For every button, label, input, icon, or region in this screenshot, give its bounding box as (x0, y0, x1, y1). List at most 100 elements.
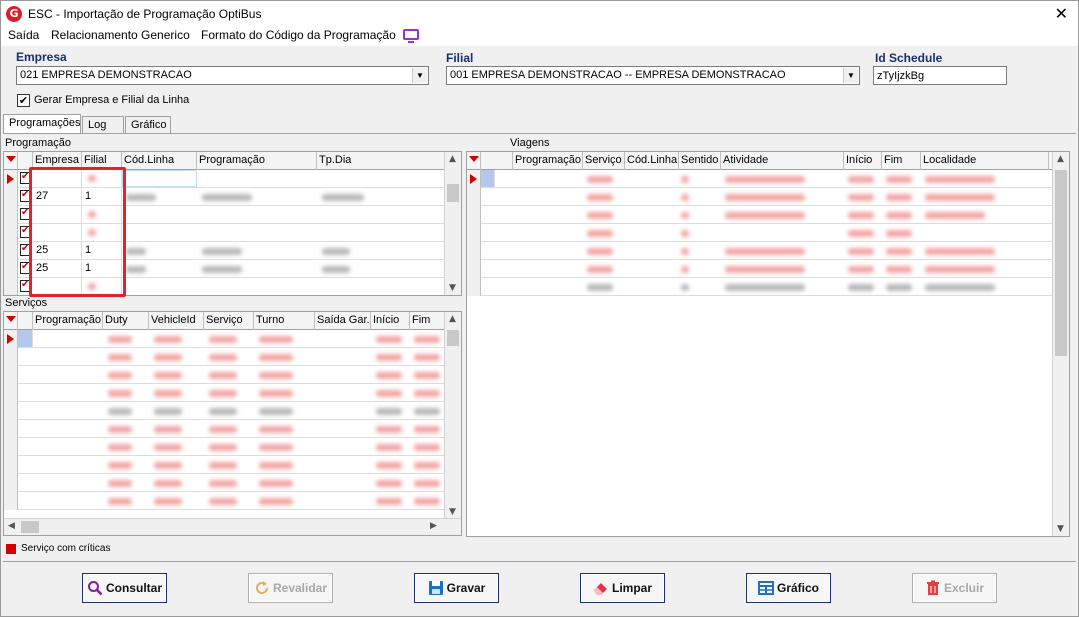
id-schedule-field[interactable] (873, 66, 1007, 85)
app-logo-icon: G (6, 6, 22, 22)
table-row[interactable] (4, 420, 461, 438)
current-row-indicator (467, 170, 481, 188)
refresh-icon (256, 581, 268, 594)
scroll-thumb[interactable] (21, 521, 39, 533)
chart-icon (757, 581, 774, 595)
servicos-grid[interactable]: Programação Duty VehicleId Serviço Turno… (3, 311, 462, 536)
limpar-button[interactable]: Limpar (580, 573, 665, 603)
scroll-down-icon[interactable]: ▼ (449, 283, 456, 293)
menu-bar: Saída Relacionamento Generico Formato do… (0, 26, 1079, 46)
table-row[interactable] (4, 402, 461, 420)
consultar-label: Consultar (105, 581, 162, 595)
table-row[interactable] (467, 278, 1053, 296)
column-fim[interactable]: Fim (410, 312, 445, 330)
table-row[interactable] (4, 438, 461, 456)
viagens-vscroll[interactable]: ▲ ▼ (1052, 152, 1069, 536)
scroll-thumb[interactable] (447, 184, 459, 202)
chevron-down-icon[interactable]: ▼ (412, 68, 427, 83)
column-inicio[interactable]: Início (844, 152, 882, 170)
scroll-thumb[interactable] (447, 330, 459, 346)
table-row[interactable] (467, 206, 1053, 224)
monitor-icon[interactable] (403, 29, 419, 43)
table-row[interactable] (467, 260, 1053, 278)
tab-grafico[interactable]: Gráfico (125, 116, 171, 134)
current-row-indicator (4, 330, 18, 348)
servicos-vscroll[interactable]: ▲ ▼ (444, 312, 461, 519)
column-programacao[interactable]: Programação (513, 152, 583, 170)
column-cod-linha[interactable]: Cód.Linha (625, 152, 679, 170)
column-saida-gar[interactable]: Saída Gar. (315, 312, 371, 330)
column-sentido[interactable]: Sentido (679, 152, 721, 170)
title-bar: G ESC - Importação de Programação OptiBu… (0, 0, 1079, 26)
column-fim[interactable]: Fim (882, 152, 921, 170)
servicos-header: Programação Duty VehicleId Serviço Turno… (4, 312, 461, 330)
excluir-label: Excluir (943, 581, 985, 595)
revalidar-button[interactable]: Revalidar (248, 573, 333, 603)
table-row[interactable] (467, 170, 1053, 188)
empresa-value: 021 EMPRESA DEMONSTRACAO (20, 69, 192, 81)
close-icon[interactable]: ✕ (1055, 4, 1068, 23)
table-row[interactable] (4, 366, 461, 384)
table-row[interactable] (467, 242, 1053, 260)
table-row[interactable] (4, 492, 461, 510)
menu-saida[interactable]: Saída (8, 28, 39, 42)
column-duty[interactable]: Duty (103, 312, 149, 330)
table-row[interactable] (4, 474, 461, 492)
programacao-vscroll[interactable]: ▲ ▼ (444, 152, 461, 295)
column-servico[interactable]: Serviço (583, 152, 625, 170)
table-row[interactable] (467, 224, 1053, 242)
grafico-label: Gráfico (776, 581, 819, 595)
column-programacao[interactable]: Programação (197, 152, 317, 170)
column-atividade[interactable]: Atividade (721, 152, 844, 170)
scroll-up-icon[interactable]: ▲ (449, 314, 456, 324)
chevron-down-icon[interactable]: ▼ (843, 68, 858, 83)
tab-divider (3, 133, 1076, 134)
tab-programacoes[interactable]: Programações (3, 114, 81, 134)
column-vehicleid[interactable]: VehicleId (149, 312, 204, 330)
table-row[interactable] (4, 456, 461, 474)
column-inicio[interactable]: Início (371, 312, 410, 330)
empresa-select[interactable]: 021 EMPRESA DEMONSTRACAO ▼ (16, 66, 429, 85)
scroll-thumb[interactable] (1055, 170, 1067, 356)
criticas-legend-swatch (6, 544, 16, 554)
gravar-button[interactable]: Gravar (414, 573, 499, 603)
row-selector-header (467, 152, 481, 170)
column-servico[interactable]: Serviço (204, 312, 254, 330)
table-row[interactable] (4, 384, 461, 402)
eraser-icon (593, 583, 607, 595)
scroll-right-icon[interactable]: ▶ (430, 521, 437, 531)
table-row[interactable] (4, 348, 461, 366)
column-tp-dia[interactable]: Tp.Dia (317, 152, 445, 170)
column-cod-linha[interactable]: Cód.Linha (122, 152, 197, 170)
table-row[interactable] (467, 188, 1053, 206)
grafico-button[interactable]: Gráfico (746, 573, 831, 603)
menu-formato-codigo[interactable]: Formato do Código da Programação (201, 28, 396, 42)
table-row[interactable] (4, 330, 461, 348)
programacao-section-label: Programação (5, 137, 72, 149)
scroll-left-icon[interactable]: ◀ (8, 521, 15, 531)
gerar-empresa-checkbox[interactable]: ✔ (17, 94, 30, 107)
highlight-annotation (29, 167, 126, 297)
row-selector-header (4, 312, 18, 330)
consultar-button[interactable]: Consultar (82, 573, 167, 603)
tab-log[interactable]: Log (82, 116, 124, 134)
limpar-label: Limpar (611, 581, 652, 595)
empresa-label: Empresa (16, 50, 67, 64)
cell-cod-linha[interactable] (122, 170, 197, 187)
id-schedule-label: Id Schedule (875, 51, 943, 65)
viagens-grid[interactable]: Programação Serviço Cód.Linha Sentido At… (466, 151, 1070, 537)
filial-select[interactable]: 001 EMPRESA DEMONSTRACAO -- EMPRESA DEMO… (446, 66, 860, 85)
viagens-section-label: Viagens (510, 137, 550, 149)
menu-relacionamento-generico[interactable]: Relacionamento Generico (51, 28, 190, 42)
scroll-down-icon[interactable]: ▼ (1057, 524, 1064, 534)
column-turno[interactable]: Turno (254, 312, 315, 330)
filial-label: Filial (446, 51, 474, 65)
viagens-header: Programação Serviço Cód.Linha Sentido At… (467, 152, 1069, 170)
servicos-hscroll[interactable]: ◀ ▶ (4, 518, 461, 535)
scroll-up-icon[interactable]: ▲ (1057, 154, 1064, 164)
column-programacao[interactable]: Programação (33, 312, 103, 330)
column-localidade[interactable]: Localidade (921, 152, 1049, 170)
scroll-down-icon[interactable]: ▼ (449, 507, 456, 517)
scroll-up-icon[interactable]: ▲ (449, 154, 456, 164)
excluir-button[interactable]: Excluir (912, 573, 997, 603)
